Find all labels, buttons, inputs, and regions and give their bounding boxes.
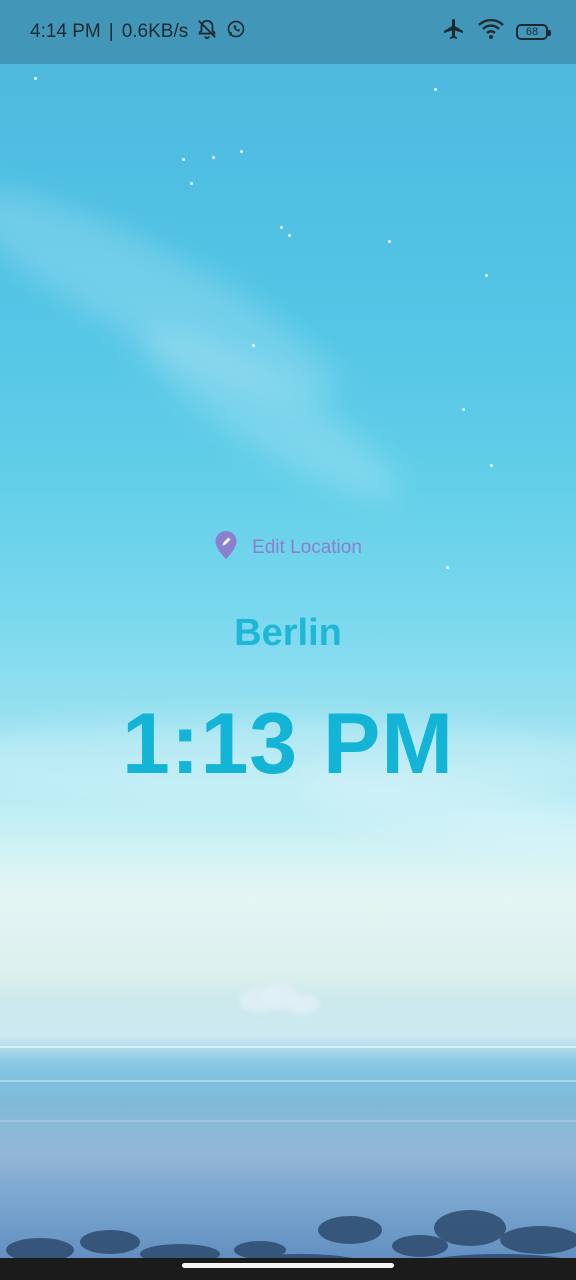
star bbox=[490, 464, 493, 467]
star bbox=[34, 77, 37, 80]
status-right: 68 bbox=[442, 17, 551, 47]
location-pin-icon bbox=[214, 530, 238, 566]
star bbox=[240, 150, 243, 153]
home-gesture-handle[interactable] bbox=[182, 1263, 394, 1268]
star bbox=[212, 156, 215, 159]
whatsapp-icon bbox=[226, 19, 246, 45]
navigation-bar bbox=[0, 1258, 576, 1280]
sea-wave-line bbox=[0, 1120, 576, 1122]
star bbox=[388, 240, 391, 243]
horizon-cloud bbox=[286, 994, 320, 1014]
edit-location-button[interactable]: Edit Location bbox=[0, 530, 576, 566]
shore-rocks bbox=[6, 1210, 576, 1270]
status-bar: 4:14 PM | 0.6KB/s 68 bbox=[0, 0, 576, 64]
star bbox=[485, 274, 488, 277]
star bbox=[288, 234, 291, 237]
background-cloud-wisp bbox=[0, 156, 357, 434]
star bbox=[446, 566, 449, 569]
star bbox=[182, 158, 185, 161]
status-separator: | bbox=[108, 21, 114, 42]
star bbox=[252, 344, 255, 347]
sea-wave-line bbox=[0, 1080, 576, 1082]
wifi-icon bbox=[478, 18, 504, 46]
app-screen: 4:14 PM | 0.6KB/s 68 Edit Location Berli… bbox=[0, 0, 576, 1280]
star bbox=[280, 226, 283, 229]
network-speed: 0.6KB/s bbox=[121, 21, 189, 42]
airplane-icon bbox=[442, 17, 466, 47]
edit-location-label: Edit Location bbox=[252, 537, 362, 558]
battery-level: 68 bbox=[525, 26, 539, 38]
status-left: 4:14 PM | 0.6KB/s bbox=[30, 18, 246, 46]
star bbox=[190, 182, 193, 185]
battery-icon: 68 bbox=[516, 24, 551, 40]
star bbox=[434, 88, 437, 91]
local-time: 1:13 PM bbox=[121, 696, 455, 792]
city-name: Berlin bbox=[234, 612, 342, 654]
sea-horizon-line bbox=[0, 1046, 576, 1048]
status-time: 4:14 PM bbox=[30, 21, 101, 42]
star bbox=[462, 408, 465, 411]
bell-off-icon bbox=[196, 18, 218, 46]
